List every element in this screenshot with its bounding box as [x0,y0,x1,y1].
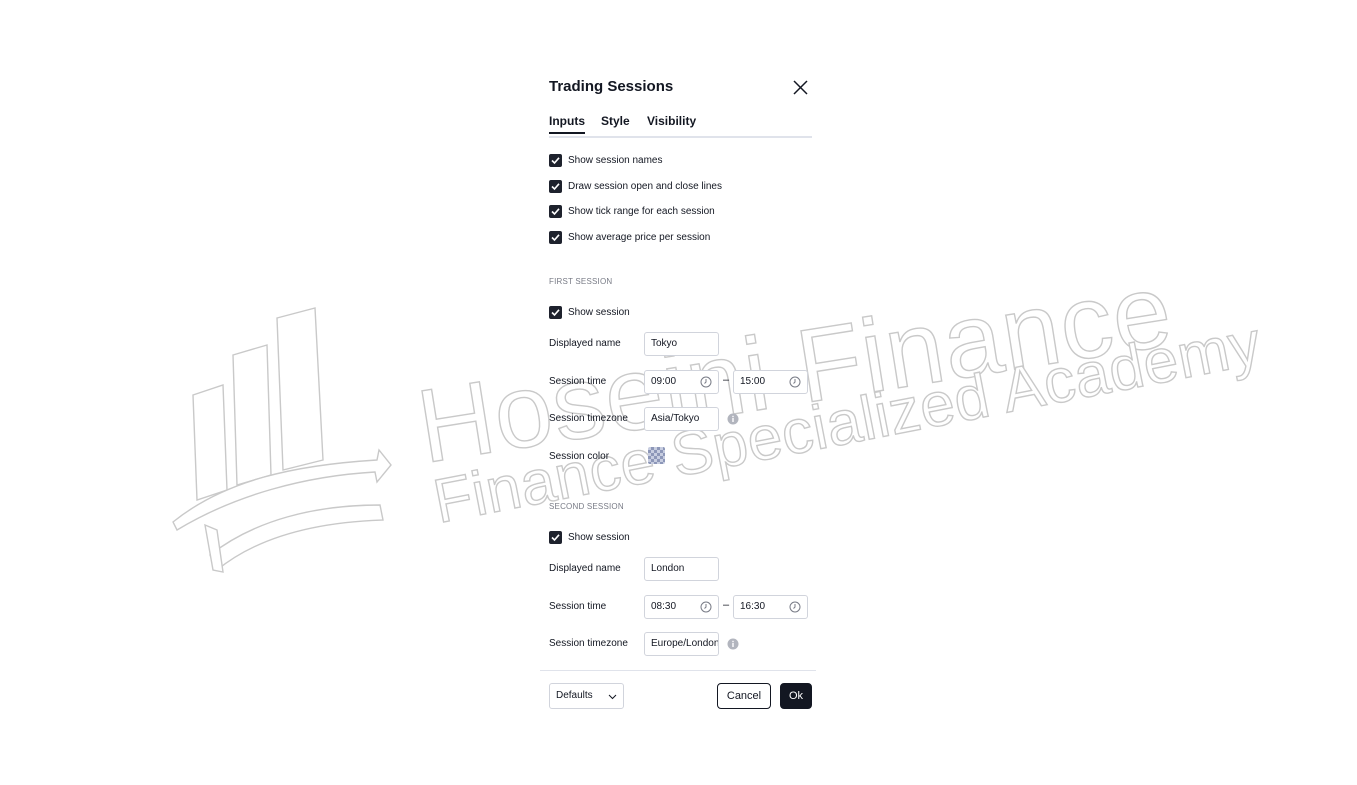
first-session-heading: FIRST SESSION [549,277,613,286]
first-timezone-label: Session timezone [549,413,628,424]
time-value: 08:30 [651,601,677,612]
watermark-logo [172,307,392,573]
first-time-label: Session time [549,376,607,387]
checkbox[interactable] [549,154,562,167]
cancel-button[interactable]: Cancel [717,683,771,709]
tab-bar: Inputs Style Visibility [549,114,812,138]
check-icon [551,309,560,317]
second-session-show[interactable]: Show session [549,531,630,544]
clock-icon[interactable] [700,376,712,388]
trading-sessions-dialog: Trading Sessions Inputs Style Visibility… [540,66,822,726]
time-separator: – [723,599,730,611]
second-start-time-input[interactable]: 08:30 [644,595,719,619]
time-value: 16:30 [740,601,766,612]
info-icon[interactable] [727,413,739,425]
first-timezone-input[interactable]: Asia/Tokyo [644,407,719,431]
option-label: Draw session open and close lines [568,181,722,192]
clock-icon[interactable] [789,376,801,388]
footer-divider [540,670,816,671]
second-session-heading: SECOND SESSION [549,502,624,511]
checkbox[interactable] [549,231,562,244]
checkbox[interactable] [549,531,562,544]
second-timezone-label: Session timezone [549,638,628,649]
clock-icon[interactable] [789,601,801,613]
screen: Hoseini Finance Finance Specialized Acad… [0,0,1357,785]
close-icon[interactable] [792,79,809,96]
time-value: 09:00 [651,376,677,387]
defaults-label: Defaults [556,690,593,701]
option-show-average-price[interactable]: Show average price per session [549,231,710,244]
check-icon [551,208,560,216]
dialog-title: Trading Sessions [549,78,674,95]
first-name-input[interactable]: Tokyo [644,332,719,356]
tab-visibility[interactable]: Visibility [647,114,696,132]
check-icon [551,234,560,242]
check-icon [551,157,560,165]
checkbox[interactable] [549,205,562,218]
second-name-label: Displayed name [549,563,621,574]
check-icon [551,534,560,542]
second-time-label: Session time [549,601,607,612]
option-label: Show session [568,307,630,318]
checkbox[interactable] [549,306,562,319]
option-show-session-names[interactable]: Show session names [549,154,663,167]
first-start-time-input[interactable]: 09:00 [644,370,719,394]
info-icon[interactable] [727,638,739,650]
tab-style[interactable]: Style [601,114,630,132]
first-name-label: Displayed name [549,338,621,349]
tab-inputs[interactable]: Inputs [549,114,585,134]
first-session-show[interactable]: Show session [549,306,630,319]
ok-button[interactable]: Ok [780,683,812,709]
option-show-tick-range[interactable]: Show tick range for each session [549,205,715,218]
defaults-dropdown[interactable]: Defaults [549,683,624,709]
first-color-swatch[interactable] [648,447,665,464]
check-icon [551,183,560,191]
option-label: Show average price per session [568,232,711,243]
option-label: Show session [568,532,630,543]
option-draw-open-close-lines[interactable]: Draw session open and close lines [549,180,722,193]
option-label: Show tick range for each session [568,206,715,217]
clock-icon[interactable] [700,601,712,613]
checkbox[interactable] [549,180,562,193]
chevron-down-icon [608,694,617,700]
time-value: 15:00 [740,376,766,387]
first-color-label: Session color [549,451,610,462]
second-end-time-input[interactable]: 16:30 [733,595,808,619]
time-separator: – [723,374,730,386]
first-end-time-input[interactable]: 15:00 [733,370,808,394]
option-label: Show session names [568,155,663,166]
second-timezone-input[interactable]: Europe/London [644,632,719,656]
second-name-input[interactable]: London [644,557,719,581]
